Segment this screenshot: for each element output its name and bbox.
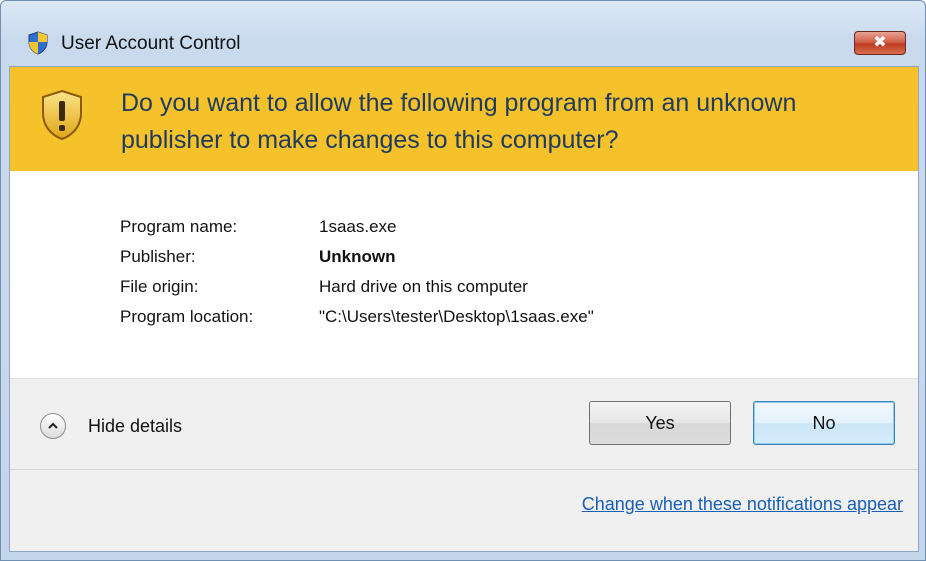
yes-button[interactable]: Yes (589, 401, 731, 445)
publisher-value: Unknown (319, 247, 396, 266)
hide-details-toggle[interactable] (40, 413, 66, 439)
program-name-value: 1saas.exe (319, 217, 397, 236)
uac-dialog: User Account Control ✖ Do you want to al… (0, 0, 926, 561)
hide-details-link[interactable]: Hide details (88, 416, 182, 437)
chevron-up-icon (48, 422, 58, 429)
uac-question: Do you want to allow the following progr… (121, 89, 797, 154)
no-button[interactable]: No (753, 401, 895, 445)
dialog-content: Do you want to allow the following progr… (9, 66, 919, 552)
close-button[interactable]: ✖ (854, 31, 906, 55)
file-origin-value: Hard drive on this computer (319, 277, 528, 296)
program-name-label: Program name: (120, 217, 238, 236)
footer-area: Hide details Yes No Change when these no… (10, 379, 918, 551)
file-origin-label: File origin: (120, 277, 199, 296)
warning-banner: Do you want to allow the following progr… (10, 67, 918, 171)
warning-shield-icon (42, 89, 82, 141)
notification-settings-link[interactable]: Change when these notifications appear (582, 494, 903, 515)
window-title: User Account Control (61, 33, 241, 54)
program-location-label: Program location: (120, 307, 254, 326)
program-location-value: "C:\Users\tester\Desktop\1saas.exe" (319, 307, 594, 326)
publisher-label: Publisher: (120, 247, 196, 266)
divider (10, 469, 918, 470)
uac-shield-icon (28, 31, 48, 55)
